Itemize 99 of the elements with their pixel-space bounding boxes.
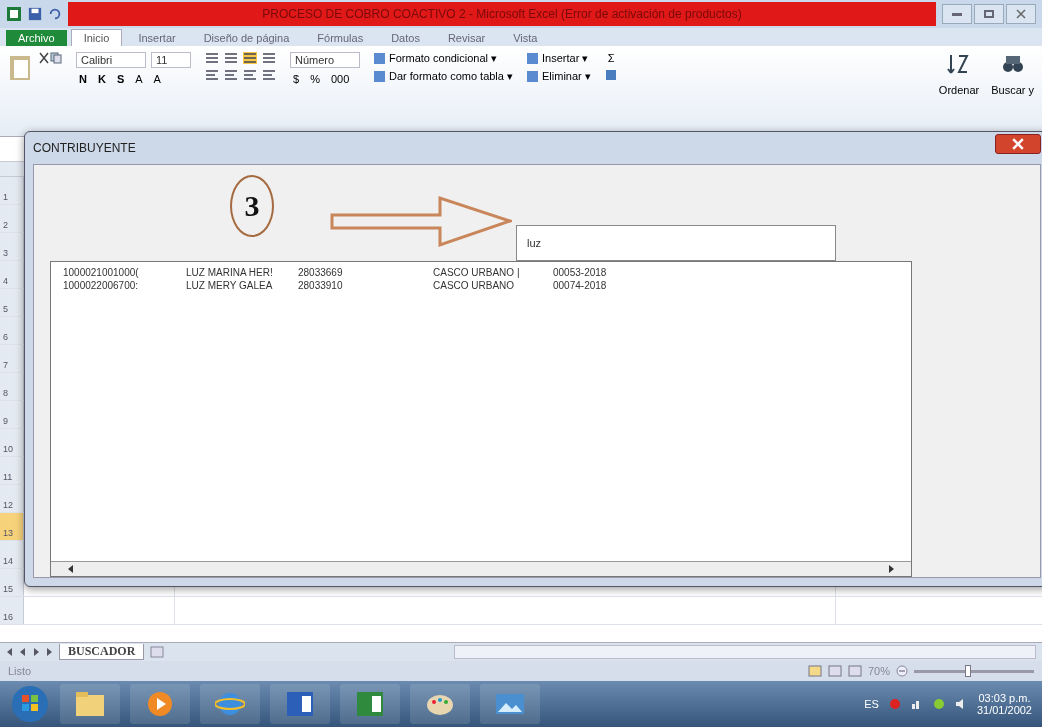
row-number[interactable]: 12 — [0, 485, 24, 512]
scroll-left-icon[interactable] — [67, 565, 75, 573]
minimize-button[interactable] — [942, 4, 972, 24]
spreadsheet-app-icon[interactable] — [356, 691, 384, 717]
slider-thumb[interactable] — [965, 664, 971, 677]
spreadsheet-icon[interactable] — [6, 6, 22, 22]
align-icon[interactable] — [224, 69, 238, 81]
find-button[interactable]: Buscar y — [991, 52, 1034, 96]
horizontal-scrollbar[interactable] — [51, 561, 911, 576]
number-format-button[interactable]: 000 — [327, 73, 353, 85]
list-cell-text: CASCO URBANO — [433, 279, 516, 292]
search-field[interactable]: luz — [516, 225, 836, 261]
font-size-button[interactable]: A — [150, 73, 164, 85]
align-icon[interactable] — [243, 52, 257, 64]
row-number[interactable]: 3 — [0, 233, 24, 260]
cells-command[interactable]: Eliminar ▾ — [527, 70, 591, 83]
copy-icon[interactable] — [50, 52, 62, 64]
play-icon[interactable] — [147, 691, 173, 717]
sheet-tab[interactable]: BUSCADOR — [59, 644, 145, 660]
undo-icon[interactable] — [48, 7, 62, 21]
font-size-field[interactable]: 11 — [151, 52, 191, 68]
list-cell: 00053-2018 — [553, 266, 607, 279]
font-size-button[interactable]: A — [132, 73, 146, 85]
arrow-icon — [330, 195, 512, 249]
align-icon[interactable] — [224, 52, 238, 64]
row-number[interactable]: 9 — [0, 401, 24, 428]
sort-button[interactable]: Ordenar — [938, 52, 980, 96]
row-number[interactable]: 5 — [0, 289, 24, 316]
number-format-button[interactable]: $ — [290, 73, 303, 85]
style-command[interactable]: Dar formato como tabla ▾ — [374, 70, 513, 83]
ribbon-tab[interactable]: Datos — [379, 30, 432, 46]
font-style-button[interactable]: S — [113, 73, 128, 85]
row-number[interactable]: 11 — [0, 457, 24, 484]
list-cell-text: 1000021001000( — [63, 266, 140, 279]
row-number[interactable]: 15 — [0, 569, 24, 596]
dialog-title: CONTRIBUYENTE — [33, 141, 136, 155]
list-cell: 00074-2018 — [553, 279, 607, 292]
row-number[interactable]: 16 — [0, 597, 24, 624]
number-format-button[interactable]: % — [307, 73, 323, 85]
autosum-button[interactable]: Σ — [604, 52, 618, 64]
close-button[interactable] — [1006, 4, 1036, 24]
font-field[interactable]: Calibri — [76, 52, 146, 68]
row-number[interactable]: 8 — [0, 373, 24, 400]
row-number[interactable]: 14 — [0, 541, 24, 568]
maximize-button[interactable] — [974, 4, 1004, 24]
row-number[interactable]: 7 — [0, 345, 24, 372]
font-style-button[interactable]: N — [76, 73, 90, 85]
fill-icon[interactable] — [604, 69, 617, 81]
clock-date[interactable]: 31/01/2002 — [976, 704, 1032, 716]
folder-icon[interactable] — [75, 691, 105, 717]
start-button[interactable] — [10, 684, 50, 724]
sort-icon — [947, 52, 971, 76]
ribbon-tab[interactable]: Vista — [501, 30, 550, 46]
row-number[interactable]: 4 — [0, 261, 24, 288]
font-style-button[interactable]: K — [94, 73, 109, 85]
clock-time[interactable]: 03:03 p.m. — [978, 692, 1031, 704]
close-icon — [1012, 138, 1024, 150]
row-number[interactable]: 6 — [0, 317, 24, 344]
list-cell-text: 28033910 — [298, 279, 344, 292]
results-list[interactable]: 1000021001000( LUZ MARINA HER! 28033669 CASCO URBANO | 00053-2018 1000022006700: LUZ MERY GALEA 28033910 CASCO URBANO 00074-2018 — [50, 261, 912, 577]
ribbon-tab[interactable]: Fórmulas — [305, 30, 376, 46]
align-icon[interactable] — [243, 69, 257, 81]
row-number[interactable]: 2 — [0, 205, 24, 232]
ribbon-tab[interactable]: Diseño de página — [191, 30, 302, 46]
tray-icon[interactable] — [932, 698, 945, 710]
list-cell-text: LUZ MERY GALEA — [186, 279, 274, 292]
cut-icon[interactable] — [38, 52, 50, 64]
align-icon[interactable] — [205, 52, 219, 64]
close-icon — [1016, 9, 1026, 19]
row-number[interactable]: 10 — [0, 429, 24, 456]
ribbon-tab[interactable]: Revisar — [435, 30, 498, 46]
row-number[interactable]: 1 — [0, 177, 24, 204]
window-title: PROCESO DE COBRO COACTIVO 2 - Microsoft Excel (Error de activación de productos) — [262, 7, 742, 21]
close-button[interactable] — [995, 134, 1041, 154]
language-indicator[interactable]: ES — [864, 698, 879, 710]
list-cell-text: CASCO URBANO | — [433, 266, 521, 279]
align-icon[interactable] — [262, 52, 276, 64]
number-format-field[interactable]: Número — [290, 52, 360, 68]
align-icon[interactable] — [262, 69, 276, 81]
list-cell-text: 28033669 — [298, 266, 344, 279]
scroll-right-icon[interactable] — [887, 565, 895, 573]
image-viewer-icon[interactable] — [495, 691, 525, 717]
save-icon[interactable] — [28, 7, 42, 21]
cells-command[interactable]: Insertar ▾ — [527, 52, 589, 65]
globe-icon[interactable] — [215, 691, 245, 717]
zoom-level: 70% — [867, 665, 890, 677]
ribbon-tab[interactable]: Archivo — [6, 30, 67, 46]
ribbon-tab[interactable]: Inicio — [70, 29, 123, 46]
align-icon[interactable] — [205, 69, 219, 81]
style-command[interactable]: Formato condicional ▾ — [374, 52, 498, 65]
ribbon-tab[interactable]: Insertar — [126, 30, 188, 46]
document-app-icon[interactable] — [286, 691, 314, 717]
list-cell-text: LUZ MARINA HER! — [186, 266, 274, 279]
zoom-out-icon[interactable] — [896, 665, 908, 677]
row-number[interactable]: 13 — [0, 513, 24, 540]
status-text: Listo — [8, 665, 32, 677]
step-number: 3 — [230, 175, 274, 237]
list-cell-text: 1000022006700: — [63, 279, 140, 292]
horizontal-scrollbar[interactable] — [454, 645, 1036, 659]
